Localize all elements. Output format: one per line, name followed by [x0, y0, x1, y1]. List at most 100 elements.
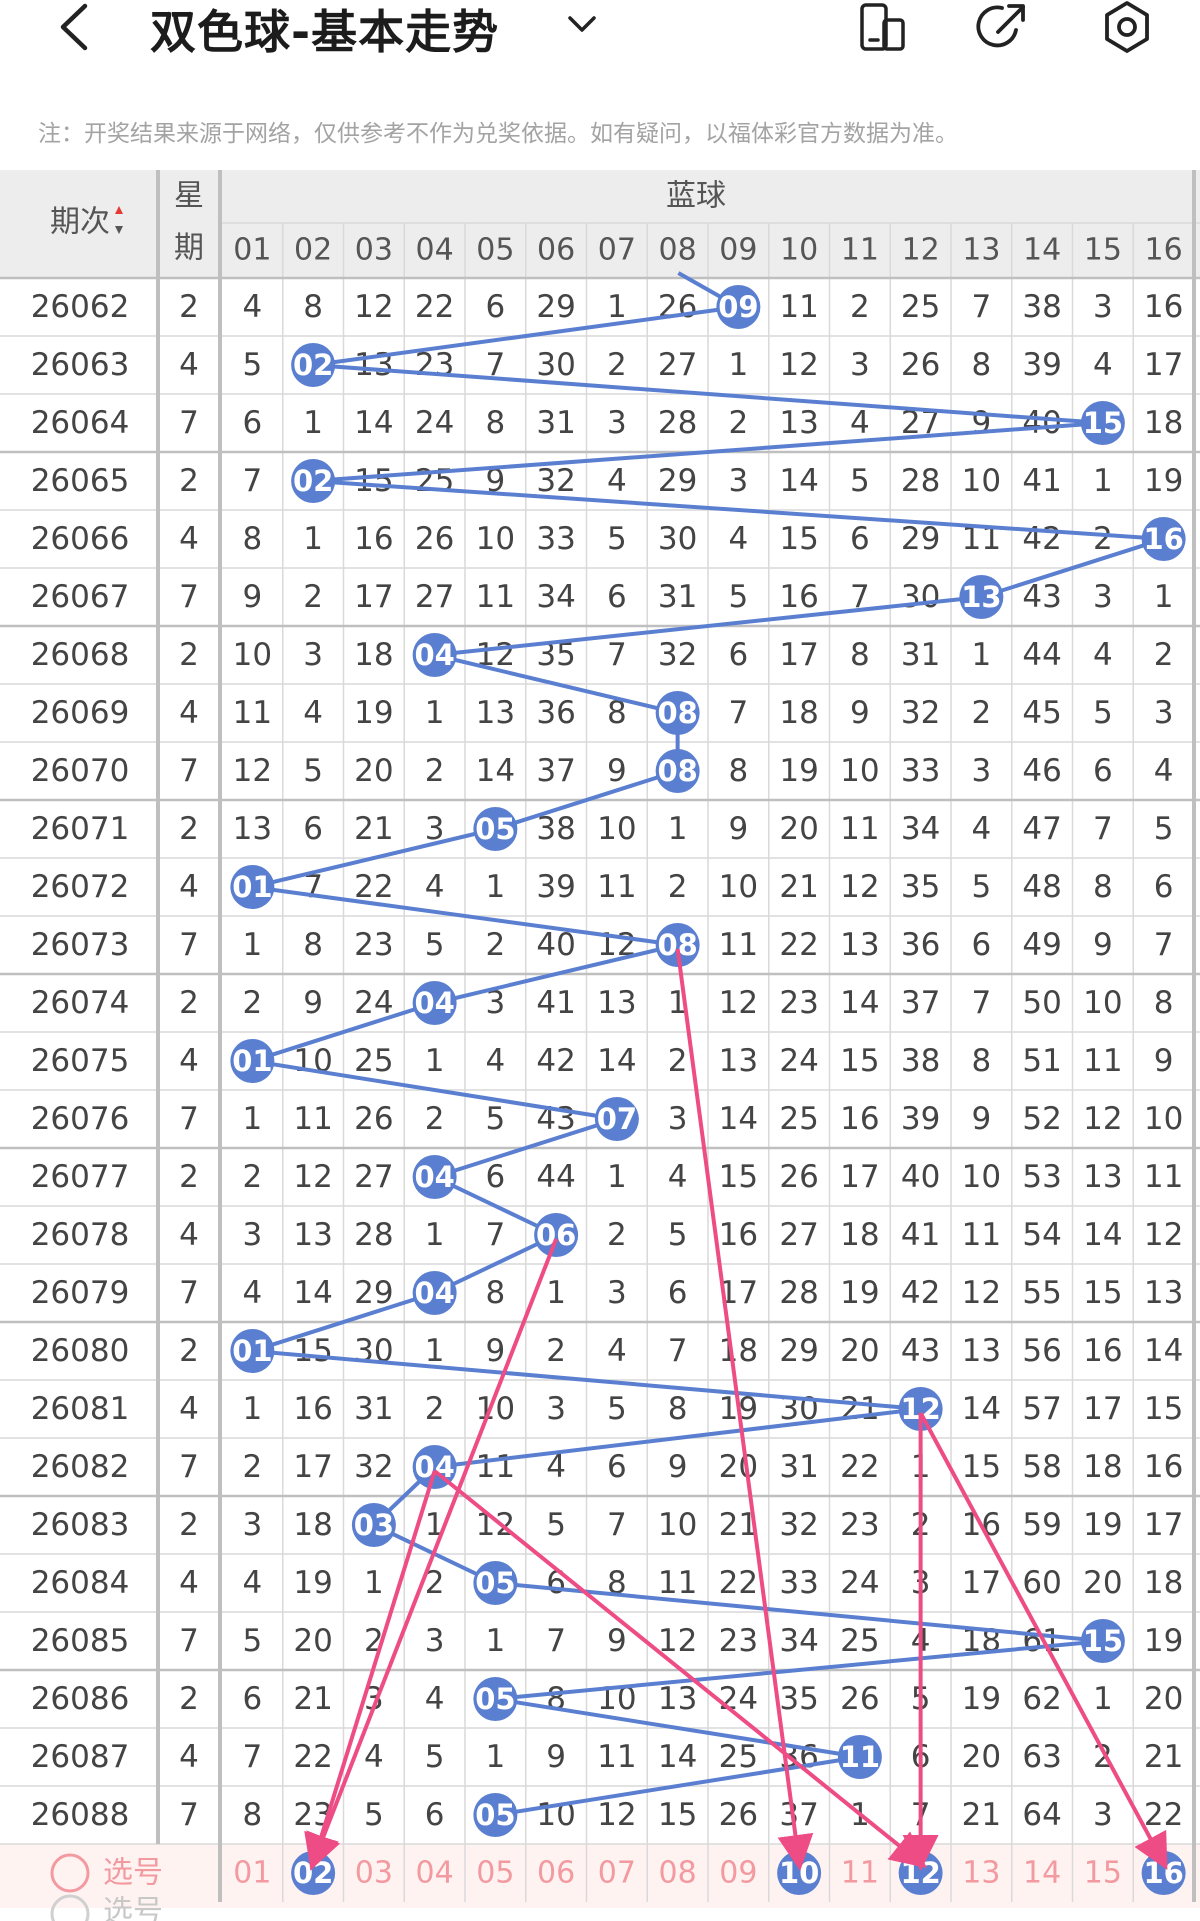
miss-count-cell: 5 — [303, 753, 323, 789]
miss-count-cell: 48 — [1022, 869, 1061, 905]
miss-count-cell: 5 — [243, 1623, 263, 1659]
miss-count-cell: 39 — [1022, 347, 1061, 383]
miss-count-cell: 1 — [425, 1217, 445, 1253]
miss-count-cell: 11 — [658, 1565, 697, 1601]
miss-count-cell: 1 — [425, 1507, 445, 1543]
miss-count-cell: 19 — [962, 1681, 1001, 1717]
miss-count-cell: 31 — [354, 1391, 393, 1427]
miss-count-cell: 3 — [486, 985, 506, 1021]
miss-count-cell: 7 — [243, 463, 263, 499]
miss-count-cell: 8 — [729, 753, 749, 789]
miss-count-cell: 19 — [354, 695, 393, 731]
miss-count-cell: 20 — [962, 1739, 1001, 1775]
miss-count-cell: 23 — [415, 347, 454, 383]
miss-count-cell: 15 — [840, 1043, 879, 1079]
miss-count-cell: 20 — [1083, 1565, 1122, 1601]
miss-count-cell: 23 — [840, 1507, 879, 1543]
select-ball-option[interactable]: 13 — [962, 1856, 1000, 1891]
miss-count-cell: 2 — [425, 1565, 445, 1601]
miss-count-cell: 28 — [354, 1217, 393, 1253]
miss-count-cell: 20 — [719, 1449, 758, 1485]
issue-number: 26070 — [31, 753, 130, 789]
miss-count-cell: 18 — [1144, 1565, 1183, 1601]
select-ball-option[interactable]: 09 — [719, 1856, 757, 1891]
miss-count-cell: 19 — [779, 753, 818, 789]
miss-count-cell: 4 — [364, 1739, 384, 1775]
miss-count-cell: 11 — [840, 811, 879, 847]
miss-count-cell: 5 — [607, 1391, 627, 1427]
miss-count-cell: 7 — [486, 347, 506, 383]
miss-count-cell: 64 — [1022, 1797, 1061, 1833]
miss-count-cell: 51 — [1022, 1043, 1061, 1079]
miss-count-cell: 30 — [658, 521, 697, 557]
weekday-value: 4 — [179, 1217, 199, 1253]
miss-count-cell: 5 — [486, 1101, 506, 1137]
issue-number: 26085 — [31, 1623, 130, 1659]
miss-count-cell: 24 — [779, 1043, 818, 1079]
select-number-label[interactable]: 选号 — [103, 1895, 163, 1921]
miss-count-cell: 41 — [536, 985, 575, 1021]
select-ball-option[interactable]: 11 — [841, 1856, 879, 1891]
miss-count-cell: 18 — [293, 1507, 332, 1543]
miss-count-cell: 28 — [658, 405, 697, 441]
select-ball-option[interactable]: 14 — [1023, 1856, 1061, 1891]
miss-count-cell: 25 — [719, 1739, 758, 1775]
miss-count-cell: 3 — [425, 1623, 445, 1659]
miss-count-cell: 10 — [476, 1391, 515, 1427]
miss-count-cell: 13 — [719, 1043, 758, 1079]
miss-count-cell: 11 — [1144, 1159, 1183, 1195]
weekday-value: 4 — [179, 1739, 199, 1775]
miss-count-cell: 8 — [607, 1565, 627, 1601]
ball-column-header: 10 — [780, 233, 818, 268]
miss-count-cell: 17 — [962, 1565, 1001, 1601]
select-ball-option[interactable]: 01 — [233, 1856, 271, 1891]
miss-count-cell: 54 — [1022, 1217, 1061, 1253]
miss-count-cell: 35 — [901, 869, 940, 905]
miss-count-cell: 15 — [779, 521, 818, 557]
select-ball-option[interactable]: 04 — [416, 1856, 454, 1891]
miss-count-cell: 5 — [911, 1681, 931, 1717]
miss-count-cell: 19 — [1144, 1623, 1183, 1659]
miss-count-cell: 8 — [243, 521, 263, 557]
miss-count-cell: 43 — [1022, 579, 1061, 615]
issue-column-header[interactable]: 期次 — [50, 205, 110, 240]
miss-count-cell: 5 — [607, 521, 627, 557]
miss-count-cell: 4 — [425, 1681, 445, 1717]
miss-count-cell: 33 — [779, 1565, 818, 1601]
select-ball-option[interactable]: 05 — [476, 1856, 514, 1891]
miss-count-cell: 4 — [1093, 347, 1113, 383]
miss-count-cell: 4 — [303, 695, 323, 731]
miss-count-cell: 14 — [840, 985, 879, 1021]
select-ball-option[interactable]: 07 — [598, 1856, 636, 1891]
miss-count-cell: 2 — [425, 1391, 445, 1427]
ball-column-header: 07 — [598, 233, 636, 268]
miss-count-cell: 17 — [354, 579, 393, 615]
weekday-value: 7 — [179, 1275, 199, 1311]
miss-count-cell: 3 — [972, 753, 992, 789]
miss-count-cell: 9 — [607, 1623, 627, 1659]
select-ball-option[interactable]: 08 — [659, 1856, 697, 1891]
miss-count-cell: 11 — [476, 1449, 515, 1485]
issue-number: 26081 — [31, 1391, 130, 1427]
miss-count-cell: 10 — [597, 1681, 636, 1717]
miss-count-cell: 43 — [536, 1101, 575, 1137]
weekday-value: 2 — [179, 811, 199, 847]
miss-count-cell: 15 — [658, 1797, 697, 1833]
miss-count-cell: 42 — [1022, 521, 1061, 557]
miss-count-cell: 20 — [293, 1623, 332, 1659]
miss-count-cell: 3 — [729, 463, 749, 499]
miss-count-cell: 11 — [962, 1217, 1001, 1253]
miss-count-cell: 9 — [1154, 1043, 1174, 1079]
miss-count-cell: 2 — [486, 927, 506, 963]
miss-count-cell: 19 — [719, 1391, 758, 1427]
select-ball-option[interactable]: 15 — [1084, 1856, 1122, 1891]
miss-count-cell: 49 — [1022, 927, 1061, 963]
miss-count-cell: 8 — [486, 1275, 506, 1311]
select-number-label[interactable]: 选号 — [103, 1856, 163, 1891]
select-ball-option[interactable]: 06 — [537, 1856, 575, 1891]
miss-count-cell: 26 — [354, 1101, 393, 1137]
miss-count-cell: 1 — [1093, 1681, 1113, 1717]
miss-count-cell: 13 — [658, 1681, 697, 1717]
weekday-value: 4 — [179, 1043, 199, 1079]
select-ball-option[interactable]: 03 — [355, 1856, 393, 1891]
